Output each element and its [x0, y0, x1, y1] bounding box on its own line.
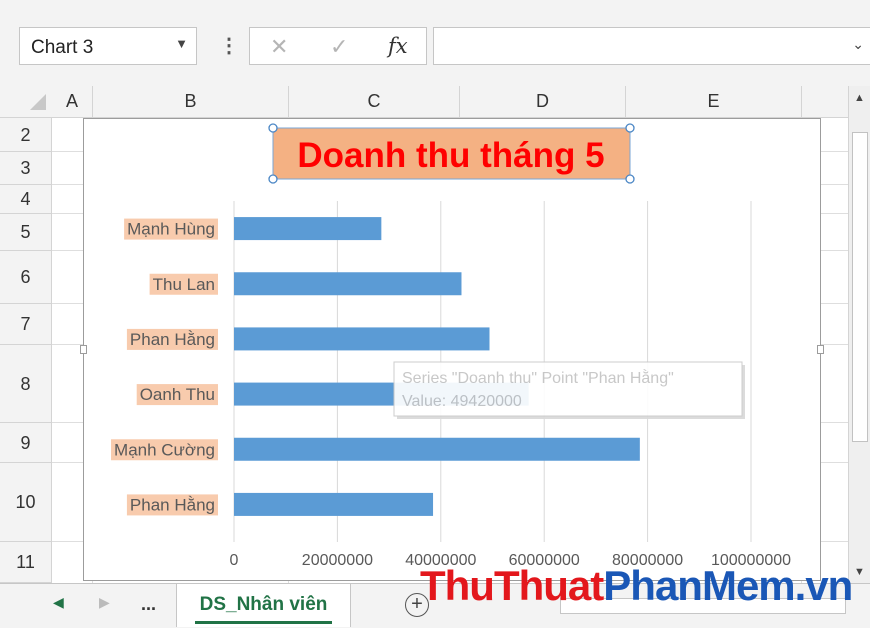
category-label-group: Mạnh Hùng [124, 218, 218, 240]
name-box-value: Chart 3 [31, 37, 94, 58]
enter-icon[interactable]: ✓ [330, 34, 348, 60]
category-label-group: Thu Lan [149, 273, 218, 295]
x-tick-label: 0 [230, 552, 239, 569]
category-label: Mạnh Cường [114, 440, 215, 459]
x-tick-label: 20000000 [302, 552, 373, 569]
row-header-2[interactable]: 2 [0, 118, 52, 152]
insert-function-icon[interactable]: fx [388, 34, 408, 58]
chart-title-group[interactable]: Doanh thu tháng 5 [268, 123, 635, 184]
row-header-10[interactable]: 10 [0, 463, 52, 542]
bar[interactable] [234, 217, 382, 241]
active-tab-underline [195, 621, 332, 624]
sheet-tab-label: DS_Nhân viên [199, 594, 328, 615]
category-label: Phan Hằng [130, 495, 215, 514]
column-header-a[interactable]: A [52, 86, 93, 117]
bar[interactable] [234, 327, 490, 351]
category-label: Phan Hằng [130, 330, 215, 349]
resize-handle-right[interactable] [817, 345, 824, 354]
category-label-group: Mạnh Cường [111, 439, 218, 461]
expand-formula-icon[interactable]: ⌄ [852, 36, 864, 53]
bar-chart: Mạnh Hùng Thu Lan Phan Hằng Oanh Thu Mạnh Cư… [111, 123, 791, 569]
bar[interactable] [234, 492, 434, 516]
row-header-6[interactable]: 6 [0, 251, 52, 304]
row-header-9[interactable]: 9 [0, 423, 52, 463]
category-label: Thu Lan [153, 275, 215, 294]
row-header-4[interactable]: 4 [0, 185, 52, 214]
resize-handle-left[interactable] [80, 345, 87, 354]
chart-title[interactable]: Doanh thu tháng 5 [297, 136, 604, 175]
column-header-c[interactable]: C [289, 86, 460, 117]
category-label: Mạnh Hùng [127, 220, 215, 239]
row-header-7[interactable]: 7 [0, 304, 52, 345]
category-label: Oanh Thu [140, 385, 215, 404]
scroll-up-icon[interactable]: ▲ [849, 88, 870, 108]
watermark-part-2: PhanMem.vn [603, 562, 853, 609]
formula-buttons: ✕ ✓ fx [249, 27, 427, 65]
name-box[interactable]: Chart 3 ▼ [19, 27, 197, 65]
prev-sheet-icon[interactable]: ◀ [53, 594, 64, 611]
watermark-part-1: ThuThuat [420, 562, 604, 609]
category-label-group: Oanh Thu [136, 384, 218, 406]
row-header-5[interactable]: 5 [0, 214, 52, 251]
tooltip-line-1: Series "Doanh thu" Point "Phan Hằng" [402, 368, 674, 387]
chevron-down-icon[interactable]: ▼ [175, 36, 188, 51]
column-header-b[interactable]: B [93, 86, 289, 117]
row-header-3[interactable]: 3 [0, 152, 52, 185]
row-header-8[interactable]: 8 [0, 345, 52, 423]
select-all-icon[interactable] [30, 94, 46, 110]
vertical-scrollbar[interactable]: ▲ ▼ [848, 86, 870, 583]
category-label-group: Phan Hằng [126, 328, 218, 350]
column-header-bar: A B C D E [0, 86, 848, 118]
more-sheets[interactable]: ... [141, 594, 156, 615]
column-header-d[interactable]: D [460, 86, 626, 117]
bar[interactable] [234, 272, 462, 296]
tooltip-line-2: Value: 49420000 [402, 393, 522, 410]
data-tooltip: Series "Doanh thu" Point "Phan Hằng" Val… [393, 361, 745, 419]
bar[interactable] [234, 437, 640, 461]
vertical-scroll-thumb[interactable] [852, 132, 868, 442]
formula-bar: Chart 3 ▼ ⋮ ✕ ✓ fx ⌄ [0, 0, 870, 86]
more-options-icon[interactable]: ⋮ [219, 33, 239, 58]
chart-area[interactable]: Mạnh Hùng Thu Lan Phan Hằng Oanh Thu Mạnh Cư… [80, 118, 824, 581]
row-header-11[interactable]: 11 [0, 542, 52, 583]
next-sheet-icon[interactable]: ▶ [99, 594, 110, 611]
title-handle[interactable] [268, 174, 278, 184]
cancel-icon[interactable]: ✕ [270, 34, 288, 60]
title-handle[interactable] [625, 174, 635, 184]
title-handle[interactable] [625, 123, 635, 133]
sheet-tab-ds-nhan-vien[interactable]: DS_Nhân viên [176, 584, 351, 627]
title-handle[interactable] [268, 123, 278, 133]
column-header-e[interactable]: E [626, 86, 802, 117]
formula-input[interactable]: ⌄ [433, 27, 870, 65]
watermark-logo: ThuThuatPhanMem.vn [420, 562, 853, 610]
category-label-group: Phan Hằng [126, 494, 218, 516]
